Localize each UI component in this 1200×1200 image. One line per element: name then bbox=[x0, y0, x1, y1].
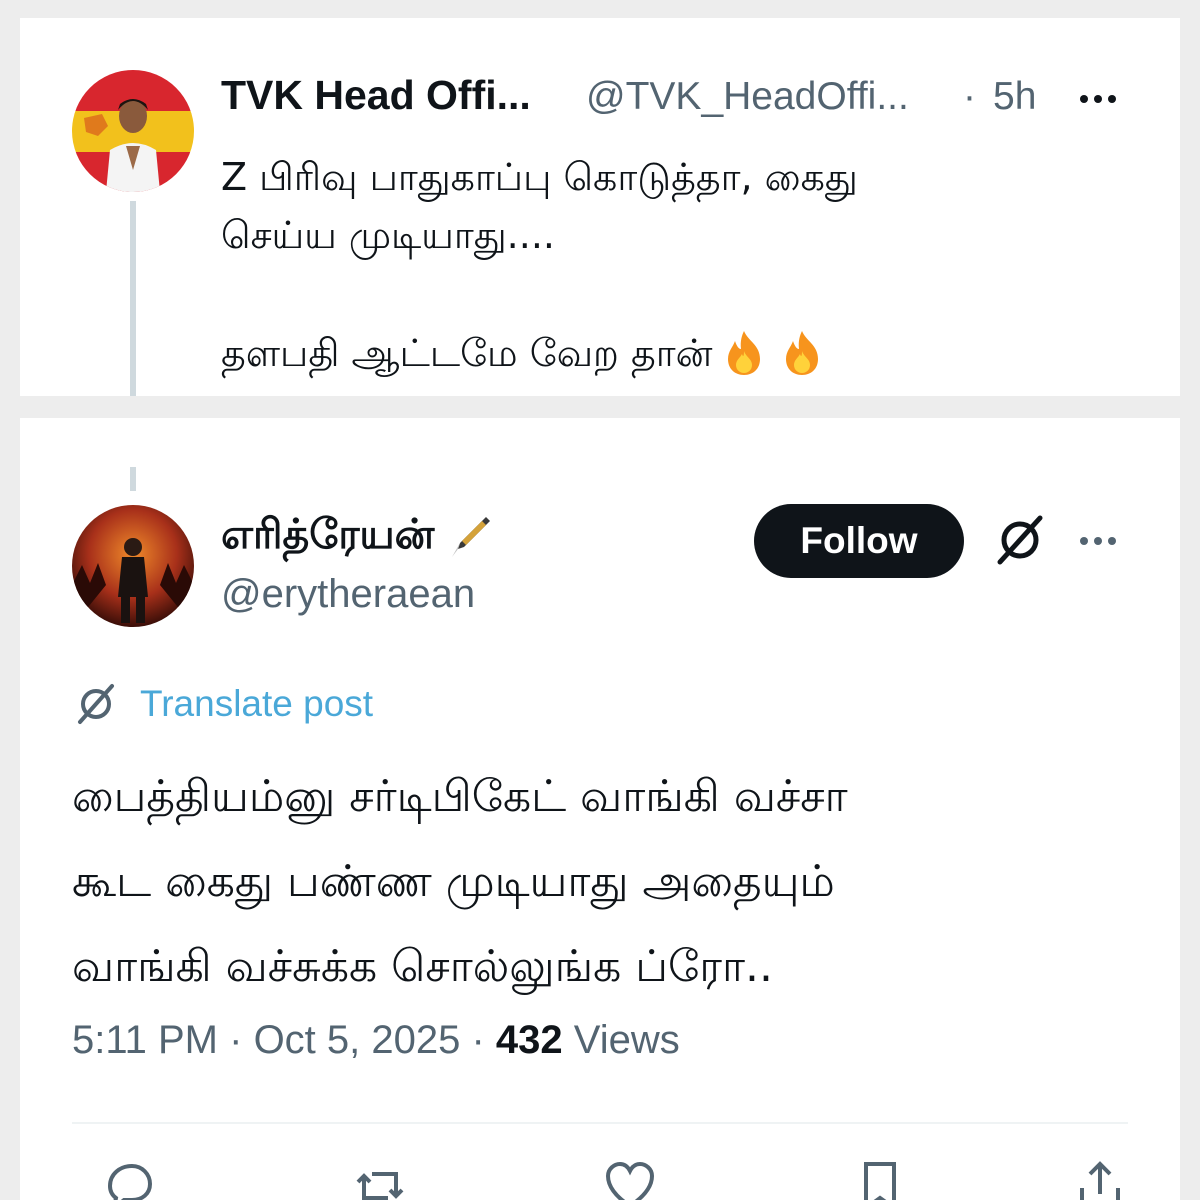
action-bar bbox=[72, 1158, 1128, 1200]
like-icon[interactable] bbox=[602, 1158, 658, 1200]
bookmark-icon[interactable] bbox=[852, 1158, 908, 1200]
separator-dot: · bbox=[229, 1018, 254, 1062]
reply-text-line: வாங்கி வச்சுக்க சொல்லுங்க ப்ரோ.. bbox=[72, 941, 773, 992]
separator-dot: · bbox=[471, 1018, 496, 1062]
parent-tweet-card[interactable]: TVK Head Offi... @TVK_HeadOffi... · 5h Z… bbox=[20, 18, 1180, 396]
parent-text-line: தளபதி ஆட்டமே வேற தான் bbox=[221, 331, 713, 375]
parent-display-name[interactable]: TVK Head Offi... bbox=[221, 72, 531, 119]
parent-text-last-line: தளபதி ஆட்டமே வேற தான் bbox=[221, 324, 828, 382]
post-time[interactable]: 5:11 PM bbox=[72, 1018, 218, 1062]
grok-icon bbox=[78, 684, 114, 724]
parent-text-line: செய்ய முடியாது.... bbox=[221, 213, 556, 257]
parent-tweet-text: Z பிரிவு பாதுகாப்பு கொடுத்தா, கைது செய்ய… bbox=[221, 148, 1121, 264]
views-count: 432 bbox=[495, 1018, 563, 1062]
grok-icon[interactable] bbox=[990, 510, 1050, 570]
reply-handle[interactable]: @erytheraean bbox=[221, 572, 475, 617]
follow-button[interactable]: Follow bbox=[754, 504, 964, 578]
more-icon[interactable] bbox=[1080, 95, 1116, 103]
parent-avatar[interactable] bbox=[72, 70, 194, 192]
share-icon[interactable] bbox=[1072, 1158, 1128, 1200]
fire-emoji bbox=[728, 331, 761, 375]
reply-tweet-text: பைத்தியம்னு சர்டிபிகேட் வாங்கி வச்சா கூட… bbox=[72, 754, 1152, 1009]
retweet-icon[interactable] bbox=[352, 1158, 408, 1200]
reply-icon[interactable] bbox=[102, 1158, 158, 1200]
parent-handle[interactable]: @TVK_HeadOffi... bbox=[586, 75, 909, 119]
reply-tweet-card[interactable]: எரித்ரேயன் @erytheraean Follow Translate… bbox=[20, 418, 1180, 1200]
reply-text-line: கூட கைது பண்ண முடியாது அதையும் bbox=[72, 856, 835, 907]
reply-name-text: எரித்ரேயன் bbox=[221, 510, 435, 558]
parent-text-line: Z பிரிவு பாதுகாப்பு கொடுத்தா, கைது bbox=[221, 155, 858, 199]
fire-emoji bbox=[786, 331, 819, 375]
reply-avatar[interactable] bbox=[72, 505, 194, 627]
divider bbox=[72, 1122, 1128, 1124]
reply-display-name[interactable]: எரித்ரேயன் bbox=[221, 510, 494, 564]
parent-timestamp[interactable]: 5h bbox=[993, 75, 1036, 119]
separator-dot: · bbox=[963, 75, 976, 118]
views-label: Views bbox=[573, 1018, 680, 1062]
tweet-metadata: 5:11 PM · Oct 5, 2025 · 432 Views bbox=[72, 1018, 680, 1063]
post-date[interactable]: Oct 5, 2025 bbox=[254, 1018, 461, 1062]
translate-post-link[interactable]: Translate post bbox=[72, 680, 373, 728]
translate-label[interactable]: Translate post bbox=[140, 683, 373, 725]
thread-line bbox=[130, 201, 136, 396]
thread-line bbox=[130, 467, 136, 491]
fountain-pen-emoji bbox=[452, 517, 491, 557]
reply-text-line: பைத்தியம்னு சர்டிபிகேட் வாங்கி வச்சா bbox=[72, 771, 848, 822]
more-icon[interactable] bbox=[1080, 537, 1116, 545]
